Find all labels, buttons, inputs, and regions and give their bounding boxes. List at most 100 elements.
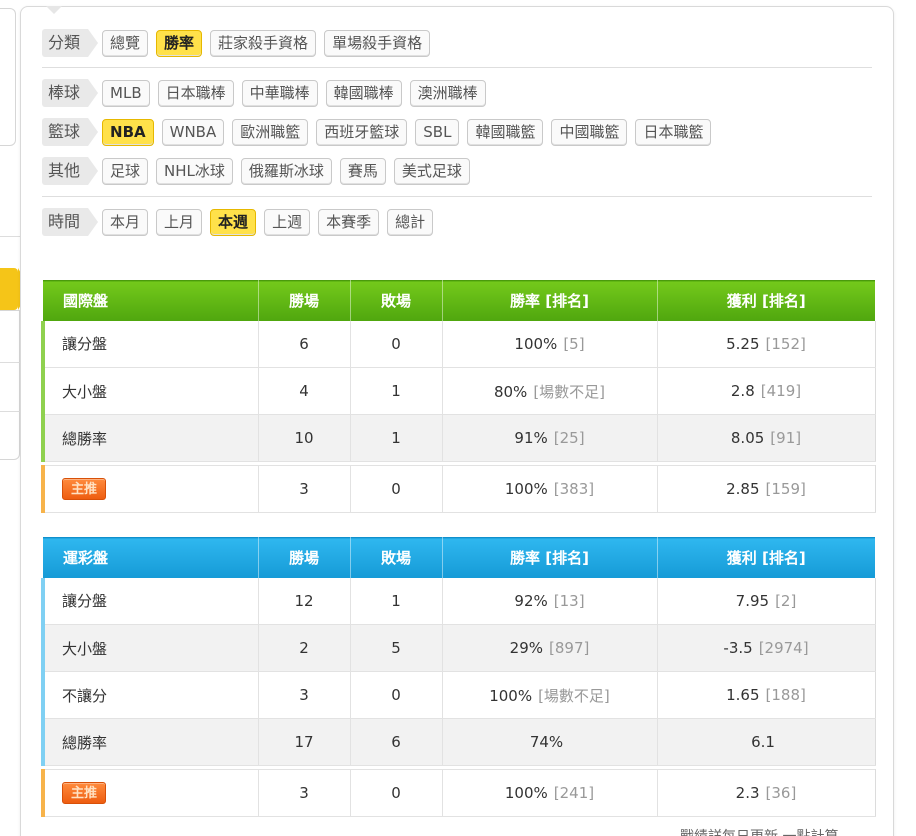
chip-kbl[interactable]: 韓國職籃 (467, 118, 544, 146)
filter-label-time: 時間 (42, 208, 99, 236)
winrate-value: 100% (514, 334, 558, 353)
profit-rank: [152] (765, 334, 806, 353)
filter-divider (42, 67, 872, 68)
profit-rank: [2] (775, 591, 797, 610)
winrate-rank: [383] (553, 480, 595, 498)
chip-last-month[interactable]: 上月 (156, 208, 203, 236)
table-header-row: 國際盤 勝場 敗場 勝率 [排名] 獲利 [排名] (43, 280, 875, 321)
chip-this-month[interactable]: 本月 (102, 208, 149, 236)
profit-rank: [159] (765, 480, 806, 498)
chip-kbo[interactable]: 韓國職棒 (325, 79, 402, 107)
profit-value: 8.05 (730, 429, 765, 447)
chip-winrate[interactable]: 勝率 (156, 29, 203, 57)
sidebar-divider (0, 411, 20, 412)
winrate-value: 100% (504, 784, 548, 802)
winrate-rank: [25] (553, 429, 585, 447)
row-losses: 0 (350, 671, 443, 719)
row-losses: 6 (350, 718, 443, 766)
profit-rank: [419] (760, 382, 802, 400)
chip-cba[interactable]: 中國職籃 (551, 118, 628, 146)
row-wins: 6 (258, 320, 351, 368)
row-name: 讓分盤 (41, 577, 259, 625)
profit-value: 6.1 (751, 733, 775, 751)
header-losses: 敗場 (350, 537, 443, 578)
chip-this-week[interactable]: 本週 (210, 208, 257, 236)
chip-spain-basketball[interactable]: 西班牙籃球 (316, 118, 408, 146)
row-wins: 2 (258, 624, 351, 672)
header-table-name: 運彩盤 (43, 537, 259, 578)
row-winrate: 74% (442, 718, 658, 766)
chip-cpbl[interactable]: 中華職棒 (241, 79, 318, 107)
chip-mlb[interactable]: MLB (102, 79, 150, 107)
chip-bleague[interactable]: 日本職籃 (635, 118, 712, 146)
chip-total[interactable]: 總計 (387, 208, 434, 236)
filter-label-baseball: 棒球 (42, 79, 99, 107)
profit-value: 2.3 (735, 784, 760, 802)
chip-wnba[interactable]: WNBA (161, 118, 225, 146)
winrate-value: 92% (514, 591, 548, 610)
row-losses: 5 (350, 624, 443, 672)
row-losses: 0 (350, 465, 443, 513)
chip-nhl[interactable]: NHL冰球 (156, 157, 233, 185)
chip-npb[interactable]: 日本職棒 (157, 79, 234, 107)
row-name: 主推 (41, 769, 259, 817)
table-row: 不讓分 3 0 100% [場數不足] 1.65 [188] (41, 671, 876, 719)
winrate-value: 80% (493, 382, 528, 401)
row-losses: 0 (350, 769, 443, 817)
sidebar-panel-top (0, 8, 16, 146)
header-profit-rank: 獲利 [排名] (657, 537, 875, 578)
row-profit: 2.85 [159] (657, 465, 876, 513)
row-winrate: 92% [13] (442, 577, 658, 625)
filter-row-category: 分類 總覽 勝率 莊家殺手資格 單場殺手資格 (42, 29, 438, 57)
table-header-row: 運彩盤 勝場 敗場 勝率 [排名] 獲利 [排名] (43, 537, 875, 578)
chip-abl[interactable]: 澳洲職棒 (409, 79, 486, 107)
main-pick-button[interactable]: 主推 (62, 782, 106, 804)
sidebar-divider (0, 362, 20, 363)
row-name: 總勝率 (41, 414, 259, 462)
table-row: 大小盤 4 1 80% [場數不足] 2.8 [419] (41, 367, 876, 415)
row-wins: 3 (258, 671, 351, 719)
header-winrate-rank: 勝率 [排名] (442, 280, 658, 321)
chip-last-week[interactable]: 上週 (264, 208, 311, 236)
chip-euroleague[interactable]: 歐洲職籃 (232, 118, 309, 146)
chip-sbl[interactable]: SBL (415, 118, 460, 146)
winrate-value: 74% (529, 733, 564, 751)
filter-row-time: 時間 本月 上月 本週 上週 本賽季 總計 (42, 208, 441, 236)
row-losses: 1 (350, 577, 443, 625)
chip-nfl[interactable]: 美式足球 (393, 157, 470, 185)
profit-value: 2.85 (726, 480, 760, 498)
row-winrate: 80% [場數不足] (442, 367, 658, 415)
row-wins: 12 (258, 577, 351, 625)
profit-value: 7.95 (735, 591, 770, 610)
header-winrate-rank: 勝率 [排名] (442, 537, 658, 578)
row-profit: 5.25 [152] (657, 320, 876, 368)
chip-banker-killer[interactable]: 莊家殺手資格 (210, 29, 317, 57)
row-name: 不讓分 (41, 671, 259, 719)
winrate-rank: [場數不足] (533, 382, 606, 401)
profit-value: -3.5 (723, 639, 753, 657)
chip-horse-racing[interactable]: 賽馬 (339, 157, 386, 185)
header-wins: 勝場 (258, 280, 351, 321)
chip-overview[interactable]: 總覽 (102, 29, 149, 57)
chip-single-killer[interactable]: 單場殺手資格 (324, 29, 431, 57)
chip-nba[interactable]: NBA (102, 118, 154, 146)
chip-this-season[interactable]: 本賽季 (318, 208, 380, 236)
winrate-value: 100% (489, 686, 533, 705)
pick-row: 主推 3 0 100% [383] 2.85 [159] (41, 465, 876, 513)
row-profit: 7.95 [2] (657, 577, 876, 625)
row-profit: 2.3 [36] (657, 769, 876, 817)
winrate-rank: [5] (563, 334, 585, 353)
table-row: 總勝率 10 1 91% [25] 8.05 [91] (41, 414, 876, 462)
chip-soccer[interactable]: 足球 (102, 157, 149, 185)
winrate-rank: [場數不足] (538, 686, 610, 705)
panel-notch (46, 6, 62, 14)
header-wins: 勝場 (258, 537, 351, 578)
chip-khl[interactable]: 俄羅斯冰球 (240, 157, 332, 185)
row-losses: 1 (350, 414, 443, 462)
profit-rank: [91] (770, 429, 802, 447)
table-row: 讓分盤 12 1 92% [13] 7.95 [2] (41, 577, 876, 625)
row-winrate: 29% [897] (442, 624, 658, 672)
main-pick-button[interactable]: 主推 (62, 478, 106, 500)
footnote-text: 戰績詳每日更新 一點計算 (680, 826, 838, 836)
winrate-value: 100% (504, 480, 548, 498)
